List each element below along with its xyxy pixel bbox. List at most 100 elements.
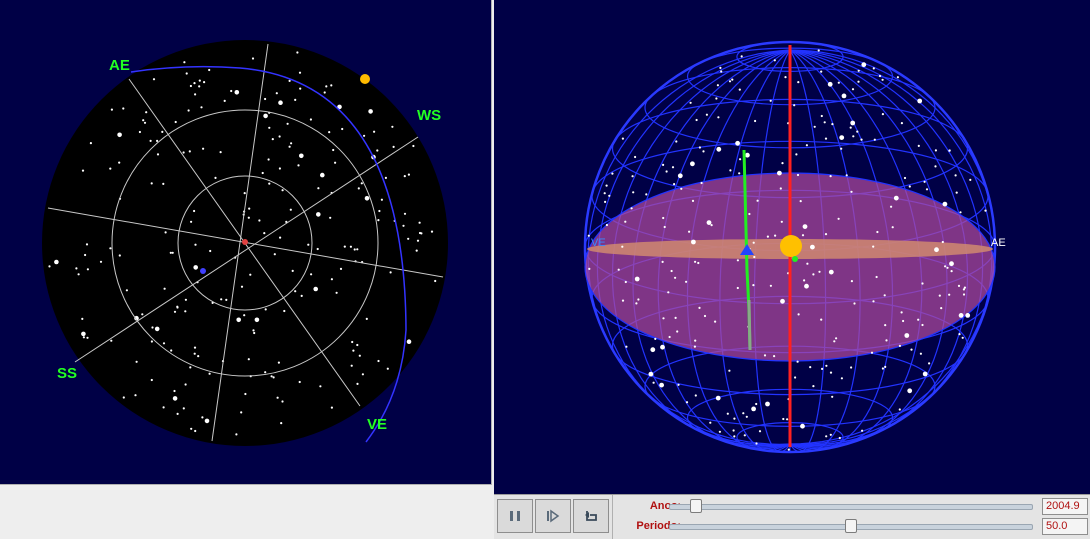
star	[621, 137, 624, 140]
star	[763, 354, 767, 357]
star	[184, 298, 187, 301]
star	[663, 225, 666, 229]
star	[938, 294, 941, 297]
star	[85, 243, 89, 246]
star	[272, 376, 275, 379]
star	[944, 265, 947, 268]
star	[325, 85, 328, 88]
star	[659, 382, 664, 388]
star	[654, 337, 657, 340]
star	[142, 119, 145, 122]
step-forward-button[interactable]	[535, 499, 571, 533]
star	[193, 352, 196, 355]
star	[794, 376, 797, 379]
star	[898, 344, 901, 347]
star	[954, 174, 957, 177]
star	[283, 309, 286, 313]
periodo-value[interactable]: 50.0	[1042, 518, 1088, 535]
star	[605, 184, 608, 187]
star	[774, 234, 777, 237]
star	[251, 57, 255, 60]
star	[784, 76, 787, 79]
star	[820, 70, 823, 73]
star	[698, 146, 701, 149]
reset-button[interactable]	[573, 499, 609, 533]
star	[75, 267, 78, 270]
star	[253, 331, 256, 335]
star	[193, 265, 198, 270]
star	[368, 109, 373, 114]
star	[360, 182, 363, 185]
star	[883, 294, 886, 297]
star	[850, 120, 856, 126]
star	[917, 98, 923, 104]
star	[188, 150, 191, 153]
star	[805, 144, 808, 147]
star	[652, 381, 655, 384]
star	[353, 248, 356, 251]
star	[928, 362, 931, 365]
anos-slider-thumb[interactable]	[690, 499, 703, 513]
anos-slider[interactable]	[665, 498, 1037, 514]
sun-marker[interactable]	[360, 74, 370, 84]
star	[823, 121, 826, 124]
star	[291, 269, 294, 272]
sun-sphere[interactable]	[780, 235, 802, 257]
star	[820, 114, 823, 118]
star	[187, 109, 190, 112]
star	[850, 366, 853, 369]
star	[357, 187, 360, 190]
pole-marker	[200, 268, 206, 274]
celestial-sphere-canvas[interactable]: VE AE	[494, 0, 1090, 494]
star	[898, 408, 901, 411]
star	[828, 269, 834, 275]
star	[377, 359, 380, 363]
star	[202, 147, 205, 150]
star	[156, 153, 160, 156]
star	[263, 113, 268, 119]
star	[220, 298, 223, 301]
star	[735, 140, 740, 146]
star	[134, 394, 137, 397]
star	[782, 417, 785, 421]
star	[275, 92, 278, 95]
periodo-slider-thumb[interactable]	[845, 519, 857, 533]
star	[384, 176, 387, 179]
star	[145, 111, 148, 114]
star	[661, 260, 664, 263]
star	[281, 189, 284, 192]
star	[635, 302, 638, 305]
star	[674, 316, 677, 319]
star	[831, 123, 834, 126]
pause-button[interactable]	[497, 499, 533, 533]
pause-icon	[508, 509, 522, 523]
star	[341, 127, 344, 131]
star	[706, 220, 712, 226]
star	[117, 132, 122, 138]
star	[857, 69, 860, 72]
star	[710, 224, 713, 227]
star	[110, 339, 113, 342]
star	[837, 217, 840, 220]
star	[716, 146, 722, 152]
star	[299, 87, 302, 90]
star	[841, 93, 847, 99]
anos-value[interactable]: 2004.9	[1042, 498, 1088, 515]
star	[280, 422, 283, 425]
star	[903, 176, 907, 180]
sky-map-canvas[interactable]: AE WS SS VE	[0, 0, 491, 484]
star	[796, 360, 799, 363]
star	[845, 174, 848, 177]
star	[204, 418, 210, 424]
star	[671, 166, 675, 169]
star	[624, 220, 627, 223]
star	[984, 209, 987, 212]
periodo-slider[interactable]	[665, 518, 1037, 534]
star	[365, 317, 368, 320]
star	[356, 248, 359, 251]
sun-path-lower	[747, 299, 752, 351]
star	[84, 253, 87, 257]
star	[630, 207, 633, 210]
star	[890, 205, 893, 208]
star	[660, 344, 665, 350]
